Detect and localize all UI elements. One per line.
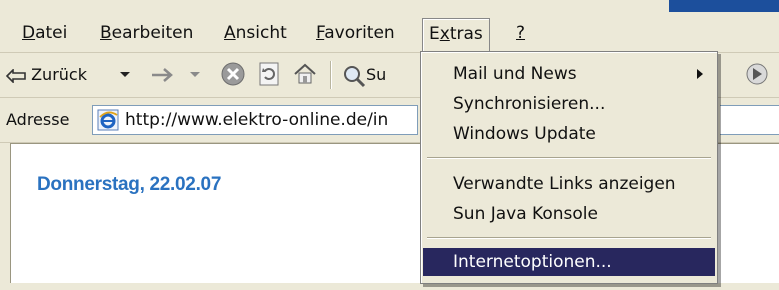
back-label: Zurück: [31, 65, 87, 84]
address-input[interactable]: http://www.elektro-online.de/in: [92, 105, 418, 135]
extras-menu: Mail und News Synchronisieren... Windows…: [420, 51, 718, 284]
back-arrow-icon: [5, 67, 26, 84]
bottom-border: [0, 283, 779, 290]
menu-bearbeiten[interactable]: Bearbeiten: [94, 20, 199, 46]
menu-item-label: Internetoptionen...: [453, 252, 612, 272]
search-icon: [344, 65, 366, 87]
search-label: Su: [366, 65, 387, 84]
menu-favoriten-rest: avoriten: [324, 23, 395, 43]
menu-bearbeiten-rest: earbeiten: [111, 23, 194, 43]
menu-datei[interactable]: Datei: [16, 20, 73, 46]
menu-extras-e: E: [429, 24, 440, 44]
menu-item-label: Verwandte Links anzeigen: [453, 174, 676, 194]
menu-datei-rest: atei: [35, 23, 68, 43]
menu-item-label: Sun Java Konsole: [453, 204, 598, 224]
refresh-icon[interactable]: [256, 61, 282, 87]
window-accent: [669, 0, 779, 12]
menu-item-label: Mail und News: [453, 64, 577, 84]
menu-extras[interactable]: Extras: [422, 18, 490, 51]
menu-separator-2: [427, 237, 711, 238]
menu-item-synchronisieren[interactable]: Synchronisieren...: [423, 90, 715, 118]
page-date: Donnerstag, 22.02.07: [37, 174, 222, 195]
menu-separator: [427, 157, 711, 158]
menu-ansicht-rest: nsicht: [235, 23, 287, 43]
menu-item-sun-java-konsole[interactable]: Sun Java Konsole: [423, 200, 715, 228]
menu-item-label: Windows Update: [453, 124, 596, 144]
menu-extras-rest: tras: [449, 24, 483, 44]
stop-icon[interactable]: [220, 61, 246, 87]
menu-ansicht[interactable]: Ansicht: [218, 20, 293, 46]
menu-item-mail-und-news[interactable]: Mail und News: [423, 60, 715, 88]
address-url: http://www.elektro-online.de/in: [125, 110, 389, 130]
back-button[interactable]: Zurück: [5, 61, 87, 89]
menu-favoriten[interactable]: Favoriten: [310, 20, 401, 46]
menu-item-windows-update[interactable]: Windows Update: [423, 120, 715, 148]
dropdown-arrow-icon[interactable]: [118, 67, 132, 81]
search-button[interactable]: Su: [342, 61, 386, 89]
browser-window: Datei Bearbeiten Ansicht Favoriten Extra…: [0, 0, 779, 290]
home-icon[interactable]: [292, 61, 318, 87]
menu-item-internetoptionen[interactable]: Internetoptionen...: [423, 248, 715, 276]
media-icon[interactable]: [744, 61, 770, 87]
menu-bar: Datei Bearbeiten Ansicht Favoriten Extra…: [0, 14, 779, 53]
toolbar-separator: [330, 61, 331, 89]
submenu-arrow-icon: [697, 69, 703, 79]
ie-page-icon: [97, 109, 119, 131]
menu-item-label: Synchronisieren...: [453, 94, 606, 114]
address-input-right[interactable]: [720, 105, 779, 135]
menu-help[interactable]: ?: [510, 20, 531, 46]
dropdown-arrow-icon-2[interactable]: [188, 67, 202, 81]
menu-item-verwandte-links[interactable]: Verwandte Links anzeigen: [423, 170, 715, 198]
address-label: Adresse: [6, 110, 70, 129]
forward-arrow-icon[interactable]: [150, 65, 178, 85]
